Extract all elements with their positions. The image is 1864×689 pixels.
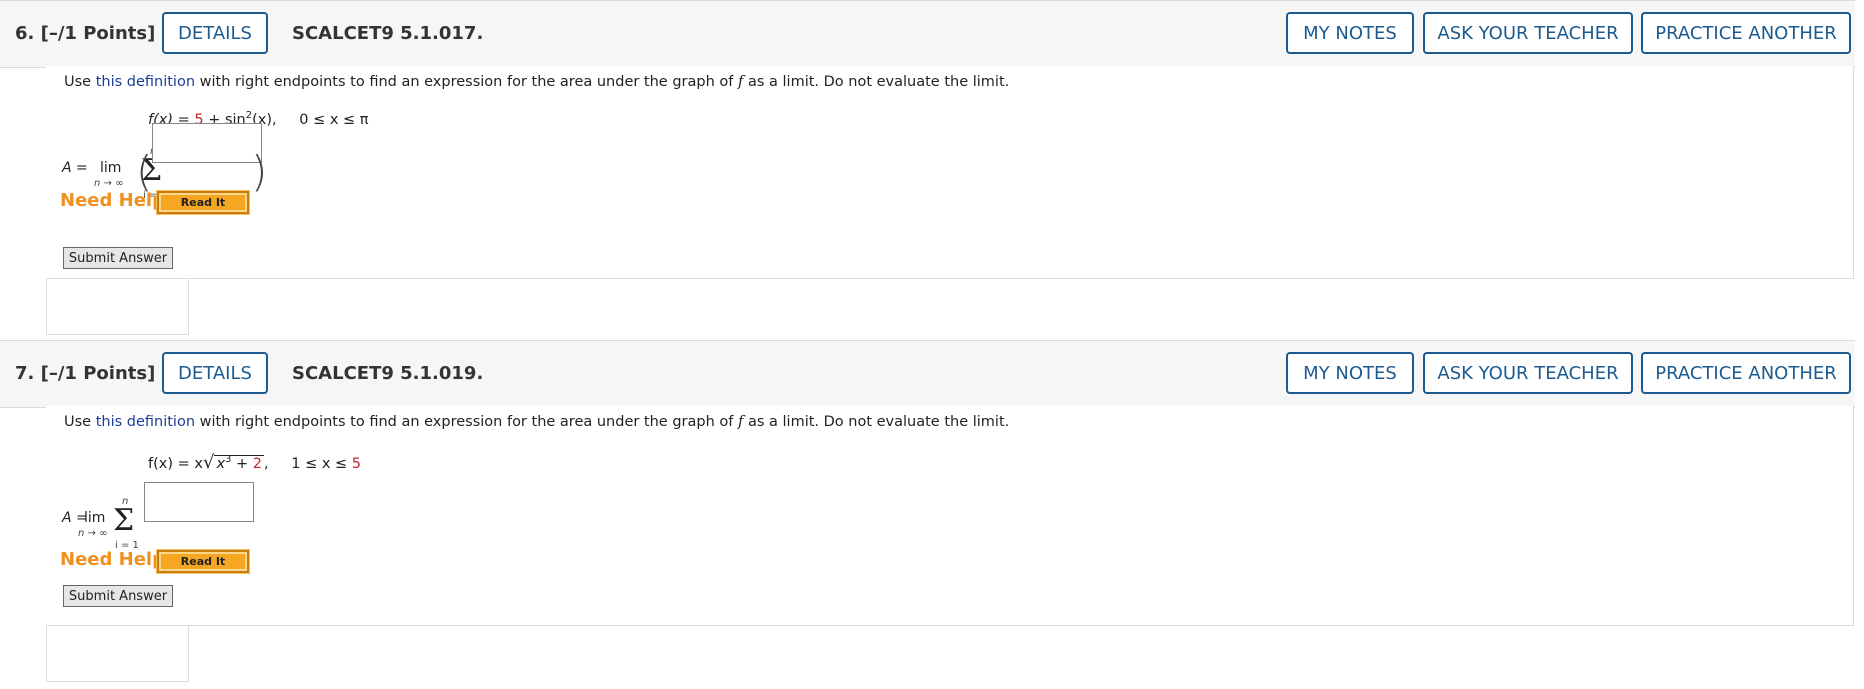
instructions: Use this definition with right endpoints… (64, 414, 1010, 430)
submit-area: Submit Answer (46, 585, 189, 682)
question-header: 7. [–/1 Points] DETAILS SCALCET9 5.1.019… (0, 340, 1855, 408)
details-button[interactable]: DETAILS (162, 12, 268, 54)
question-number: 6. [–/1 Points] (15, 23, 156, 44)
read-it-button[interactable]: Read It (156, 549, 250, 574)
left-paren: ( (136, 147, 153, 196)
instructions: Use this definition with right endpoints… (64, 74, 1010, 90)
read-it-button[interactable]: Read It (156, 190, 250, 215)
submit-answer-button[interactable]: Submit Answer (63, 585, 173, 607)
my-notes-button[interactable]: MY NOTES (1286, 352, 1414, 394)
question-body: Use this definition with right endpoints… (46, 406, 1854, 626)
limit-label: lim (100, 160, 122, 176)
function-definition: f(x) = x√ x3 + 2, 1 ≤ x ≤ 5 (148, 452, 362, 473)
question-code: SCALCET9 5.1.019. (292, 363, 484, 384)
domain-range: 1 ≤ x ≤ 5 (291, 456, 362, 472)
radicand: x3 + 2 (214, 454, 265, 472)
practice-another-button[interactable]: PRACTICE ANOTHER (1641, 352, 1851, 394)
question-number: 7. [–/1 Points] (15, 363, 156, 384)
sqrt-icon: √ (202, 452, 215, 473)
limit-subscript: n → ∞ (78, 528, 108, 539)
submit-area: Submit Answer (46, 247, 189, 335)
question-code: SCALCET9 5.1.017. (292, 23, 484, 44)
definition-link[interactable]: this definition (96, 74, 195, 90)
my-notes-button[interactable]: MY NOTES (1286, 12, 1414, 54)
domain-range: 0 ≤ x ≤ π (299, 111, 369, 128)
answer-input[interactable] (152, 123, 262, 163)
question-body: Use this definition with right endpoints… (46, 66, 1854, 279)
area-label: A = (62, 160, 88, 176)
ask-teacher-button[interactable]: ASK YOUR TEACHER (1423, 352, 1633, 394)
submit-answer-button[interactable]: Submit Answer (63, 247, 173, 269)
right-paren: ) (251, 147, 268, 196)
practice-another-button[interactable]: PRACTICE ANOTHER (1641, 12, 1851, 54)
details-button[interactable]: DETAILS (162, 352, 268, 394)
ask-teacher-button[interactable]: ASK YOUR TEACHER (1423, 12, 1633, 54)
question-header: 6. [–/1 Points] DETAILS SCALCET9 5.1.017… (0, 0, 1855, 68)
sigma-icon: Σ (113, 503, 135, 538)
definition-link[interactable]: this definition (96, 414, 195, 430)
limit-subscript: n → ∞ (94, 178, 124, 189)
limit-label: lim (84, 510, 106, 526)
answer-input[interactable] (144, 482, 254, 522)
